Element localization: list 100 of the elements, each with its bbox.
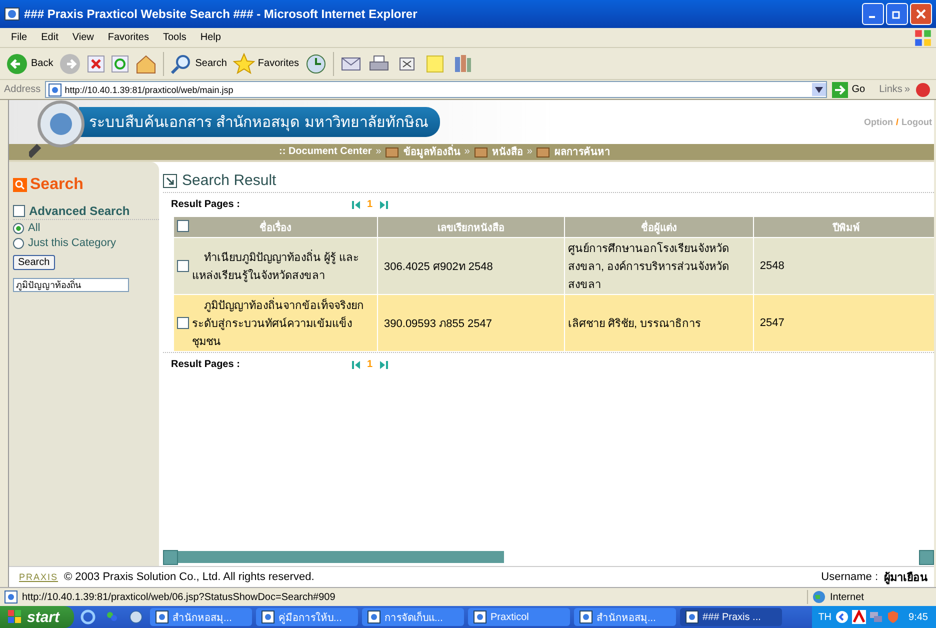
last-page-icon[interactable] [378, 200, 389, 210]
restore-icon [892, 9, 902, 19]
globe-icon [812, 590, 826, 604]
window-icon [578, 610, 593, 624]
breadcrumb-link[interactable]: ข้อมูลท้องถิ่น [403, 144, 460, 160]
search-field[interactable]: ภูมิปัญญาท้องถิ่น [13, 278, 129, 292]
security-zone: Internet [830, 592, 864, 602]
page-link[interactable]: 1 [367, 359, 373, 370]
address-field[interactable]: http://10.40.1.39:81/praxticol/web/main.jsp [44, 81, 827, 98]
separator: / [896, 116, 898, 127]
home-icon[interactable] [135, 52, 158, 74]
table-cell: 306.4025 ศ902ท 2548 [384, 261, 493, 273]
scope-radio[interactable] [13, 222, 24, 234]
window-icon [154, 610, 169, 624]
toolbar-extension-icon[interactable] [914, 80, 932, 98]
windows-logo-icon [8, 610, 22, 624]
scope-label: All [28, 222, 40, 234]
restore-button[interactable] [886, 3, 908, 25]
favorites-button[interactable]: Favorites [232, 52, 300, 74]
section-title: Search Result [182, 172, 276, 189]
window-icon [684, 610, 699, 624]
status-url: http://10.40.1.39:81/praxticol/web/06.jsp?StatusShowDoc=Search#909 [22, 592, 336, 602]
praxis-logo: PRAXIS [19, 572, 58, 582]
column-header: ชื่อผู้แต่ง [640, 222, 677, 234]
page-link[interactable]: 1 [367, 199, 373, 210]
row-checkbox[interactable] [177, 317, 189, 329]
taskbar-button[interactable]: สำนักหอสมุ... [574, 608, 676, 626]
taskbar-button[interactable]: คู่มือการให้บ... [256, 608, 358, 626]
back-button[interactable]: Back [6, 52, 54, 74]
language-indicator[interactable]: TH [818, 612, 832, 622]
table-cell: 2548 [760, 260, 784, 272]
copyright-text: © 2003 Praxis Solution Co., Ltd. All rights reserved. [64, 571, 314, 583]
first-page-icon[interactable] [351, 200, 361, 210]
result-pages-label: Result Pages : [171, 359, 241, 370]
search-button[interactable]: Search [13, 255, 55, 270]
links-button[interactable]: Links [879, 84, 902, 95]
table-cell: เลิศชาย ศิริชัย, บรรณาธิการ [568, 318, 702, 330]
column-header: ชื่อเรื่อง [260, 222, 292, 234]
menu-item[interactable]: Favorites [100, 32, 156, 43]
breadcrumb-separator: » [376, 146, 382, 158]
address-label: Address [4, 84, 41, 95]
advanced-search-checkbox[interactable] [13, 205, 25, 217]
column-header: เลขเรียกหนังสือ [438, 222, 504, 234]
go-button[interactable]: Go [830, 80, 866, 98]
minimize-icon [869, 16, 875, 18]
menu-item[interactable]: View [65, 32, 101, 43]
breadcrumb-separator: » [526, 146, 532, 158]
advanced-search-label: Advanced Search [29, 204, 130, 218]
refresh-icon[interactable] [111, 54, 130, 72]
breadcrumb-link[interactable]: ผลการค้นหา [554, 144, 610, 160]
windows-logo-icon [914, 28, 932, 46]
stop-icon[interactable] [87, 54, 106, 72]
arrow-box-icon [163, 174, 177, 188]
search-icon [170, 52, 192, 74]
close-button[interactable] [910, 3, 932, 25]
window-icon [472, 610, 487, 624]
sidebar-title: Search [30, 176, 84, 194]
first-page-icon[interactable] [351, 360, 361, 370]
menu-item[interactable]: Help [193, 32, 228, 43]
history-icon[interactable] [305, 52, 328, 74]
taskbar-button[interactable]: ### Praxis ... [680, 608, 782, 626]
horizontal-scrollbar[interactable] [163, 550, 934, 564]
taskbar-button[interactable]: Praxticol [468, 608, 570, 626]
logout-link[interactable]: Logout [902, 116, 932, 127]
more-links-button[interactable]: » [904, 84, 910, 95]
column-header: ปีพิมพ์ [832, 222, 860, 234]
taskbar-button[interactable]: การจัดเก็บแ... [362, 608, 464, 626]
username-label: Username : [821, 571, 878, 583]
breadcrumb-link[interactable]: :: Document Center [279, 146, 372, 158]
chevron-icon[interactable] [834, 610, 849, 624]
search-icon [13, 178, 27, 192]
window-icon [260, 610, 275, 624]
breadcrumb-link[interactable]: หนังสือ [492, 144, 523, 160]
tray-app-icon[interactable] [852, 610, 866, 624]
scope-label: Just this Category [28, 237, 116, 249]
browser-icon[interactable] [80, 609, 96, 625]
window-title: ### Praxis Praxticol Website Search ### - Microsoft Internet Explorer [24, 7, 418, 21]
menu-item[interactable]: File [4, 32, 34, 43]
dropdown-button[interactable] [812, 83, 826, 96]
search-button[interactable]: Search [170, 52, 227, 74]
username: ผู้มาเยือน [884, 570, 928, 586]
minimize-button[interactable] [862, 3, 884, 25]
table-cell: 390.09593 ภ855 2547 [384, 318, 492, 330]
taskbar-button[interactable]: สำนักหอสมุ... [150, 608, 252, 626]
start-button[interactable]: start [0, 606, 74, 628]
menu-item[interactable]: Edit [34, 32, 66, 43]
option-link[interactable]: Option [864, 116, 893, 127]
select-all-checkbox[interactable] [177, 220, 189, 232]
window-icon [366, 610, 381, 624]
caret-icon [814, 86, 823, 92]
browser-icon [4, 6, 20, 22]
scope-radio[interactable] [13, 238, 24, 248]
table-cell: ทำเนียบภูมิปัญญาท้องถิ่น ผู้รู้ และแหล่งเรียนรู้ในจังหวัดสงขลา [192, 248, 374, 284]
last-page-icon[interactable] [378, 360, 389, 370]
row-checkbox[interactable] [177, 260, 189, 272]
breadcrumb-separator: » [464, 146, 470, 158]
menu-item[interactable]: Tools [156, 32, 194, 43]
page-icon [4, 590, 18, 604]
close-icon [916, 9, 926, 19]
table-cell: ภูมิปัญญาท้องถิ่นจากข้อเท็จจริงยกระดับสู่กระบวนทัศน์ความเข้มแข็งชุมชน [192, 296, 374, 350]
